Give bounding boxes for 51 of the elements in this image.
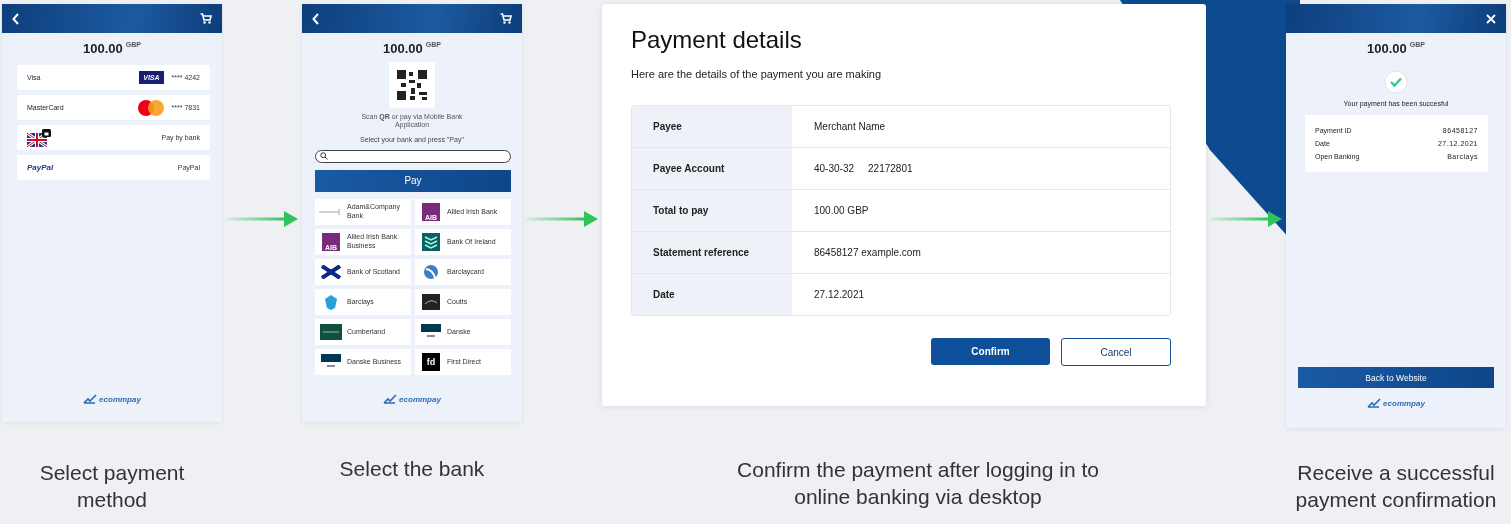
close-icon[interactable] [1486, 13, 1496, 24]
back-to-website-button[interactable]: Back to Website [1298, 367, 1494, 388]
bank-logo-icon [319, 208, 343, 215]
row-label: Payee [632, 106, 792, 147]
row-label: Statement reference [632, 232, 792, 273]
arrow-icon [1210, 210, 1282, 228]
cart-icon[interactable] [500, 13, 512, 24]
row-label: Payee Account [632, 148, 792, 189]
cancel-button[interactable]: Cancel [1061, 338, 1171, 366]
amount: 100.00 [83, 41, 123, 56]
step-caption: Select the bank [339, 456, 485, 482]
row-value: 86458127 example.com [814, 247, 921, 258]
arrow-icon [226, 210, 298, 228]
dialog-title: Payment details [631, 26, 803, 54]
bank-logo-icon [320, 323, 342, 340]
row-label: Total to pay [632, 190, 792, 231]
step-caption: Confirm the payment after logging in to online banking via desktop [736, 457, 1100, 510]
row-value: 22172801 [868, 163, 913, 174]
row-value: Merchant Name [814, 121, 886, 132]
row-value: 40-30-32 [814, 163, 855, 174]
bank-logo: fd [422, 352, 440, 371]
step-caption: Select payment method [38, 460, 186, 513]
mastercard-icon [137, 99, 164, 116]
amount: 100.00 [383, 41, 423, 56]
row-value: 100.00 GBP [814, 205, 869, 216]
back-icon[interactable] [312, 12, 320, 25]
bank-logo-icon [422, 232, 440, 251]
check-icon [1384, 70, 1408, 94]
search-field[interactable] [315, 149, 511, 163]
amount: 100.00 [1367, 41, 1407, 56]
bank-logo-icon [423, 263, 439, 280]
confirm-button[interactable]: Confirm [931, 338, 1050, 365]
bank-logo-icon [321, 353, 341, 370]
bank-logo-icon [323, 293, 339, 310]
bank-logo-icon [422, 293, 440, 310]
brand-logo: ecommpay [1367, 398, 1425, 408]
flag-icon [27, 128, 51, 147]
back-icon[interactable] [12, 12, 20, 25]
bank-logo-icon [320, 264, 342, 279]
row-label: Date [632, 274, 792, 315]
cart-icon[interactable] [200, 13, 212, 24]
search-icon [320, 152, 328, 161]
row-value: 27.12.2021 [814, 289, 865, 300]
brand-logo: ecommpay [83, 394, 141, 404]
brand-logo: ecommpay [383, 394, 441, 404]
step-caption: Receive a successful payment confirmation [1294, 460, 1498, 513]
arrow-icon [526, 210, 598, 228]
bank-logo-icon [421, 323, 441, 340]
dialog-subtitle: Here are the details of the payment you are making [631, 68, 883, 80]
pay-button[interactable]: Pay [315, 169, 511, 192]
paypal-logo: PayPal [27, 163, 54, 172]
